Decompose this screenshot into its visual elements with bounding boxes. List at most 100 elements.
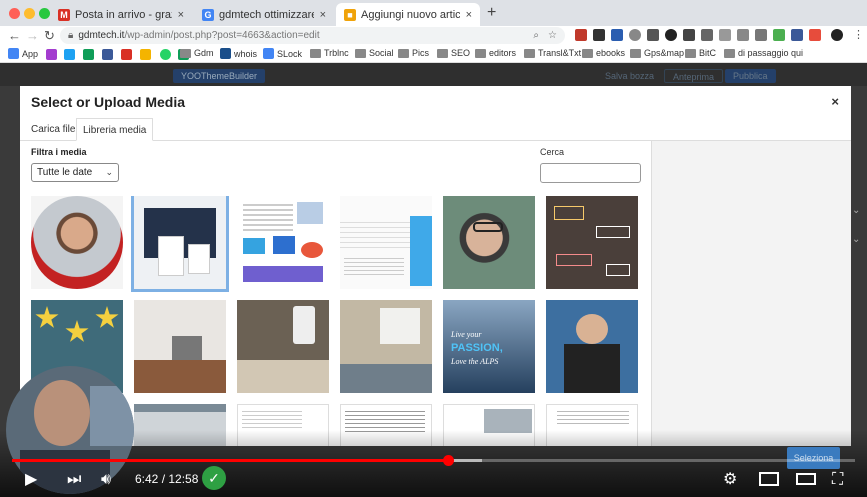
date-filter-select[interactable]: Tutte le date ⌄ [31,163,119,182]
gmail-icon: M [58,8,70,21]
yootheme-builder-button[interactable]: YOOThemeBuilder [173,69,266,83]
preview-button[interactable]: Anteprima [664,69,724,83]
bookmark-gdm[interactable]: Gdm [180,48,214,58]
extension-icon[interactable] [683,29,695,41]
media-thumbnail[interactable] [134,300,226,393]
next-icon[interactable]: ⏭︎ [67,470,81,490]
media-thumbnail[interactable] [443,196,535,289]
play-icon[interactable]: ▶ [25,470,37,490]
settings-gear-icon[interactable]: ⚙ [723,470,737,490]
media-thumbnail[interactable] [340,300,432,393]
search-input[interactable] [540,163,641,183]
new-tab-button[interactable]: + [487,4,496,22]
extension-icon[interactable] [575,29,587,41]
extension-icon[interactable] [647,29,659,41]
tab-media-library[interactable]: Libreria media [76,118,154,141]
progress-played [12,459,448,462]
bookmark-editors[interactable]: editors [475,48,516,58]
chevron-down-icon[interactable]: ⌄ [852,234,860,245]
bookmark-trblnc[interactable]: Trblnc [310,48,349,58]
back-icon[interactable]: ← [8,26,21,45]
menu-icon[interactable]: ⋮ [853,26,864,45]
bookmark-pics[interactable]: Pics [398,48,429,58]
theater-mode-icon[interactable] [796,473,816,485]
table-surface [237,360,329,393]
publish-button[interactable]: Pubblica [725,69,776,83]
extension-icon[interactable] [755,29,767,41]
attachment-details-sidebar [651,141,851,446]
fullscreen-icon[interactable]: ⛶ [832,470,843,490]
media-thumbnail[interactable] [546,196,638,289]
select-media-button[interactable]: Seleziona [787,447,840,469]
media-thumbnail[interactable] [31,196,123,289]
presenter-face [34,380,90,446]
bookmark-apps[interactable]: App [8,48,38,59]
extension-icon[interactable] [719,29,731,41]
minimize-window-icon[interactable] [24,8,35,19]
tab-upload-files[interactable]: Carica file [25,118,81,141]
bookmark-icon[interactable] [140,49,151,60]
extension-icon[interactable] [737,29,749,41]
scrubber-handle[interactable] [442,455,454,466]
media-thumbnail[interactable] [237,196,329,289]
reload-icon[interactable]: ↻ [44,26,55,45]
bookmark-ebooks[interactable]: ebooks [582,48,625,58]
chevron-down-icon[interactable]: ⌄ [852,205,860,216]
media-thumbnail[interactable] [546,300,638,393]
bookmark-gpsmap[interactable]: Gps&map [630,48,684,58]
tab-new-article[interactable]: ■ Aggiungi nuovo articolo ‹ Gd × [336,3,480,26]
folder-icon [582,48,593,58]
media-thumbnail[interactable]: Live your PASSION, Love the ALPS [443,300,535,393]
mockup-phone [188,244,210,274]
miniplayer-icon[interactable] [759,472,779,486]
current-time: 6:42 [135,472,159,486]
media-thumbnail[interactable] [237,300,329,393]
close-window-icon[interactable] [9,8,20,19]
tab-close-icon[interactable]: × [320,9,326,21]
forward-icon[interactable]: → [26,26,39,45]
extension-icon[interactable] [809,29,821,41]
bookmark-icon[interactable] [64,49,75,60]
extension-icon[interactable] [791,29,803,41]
tab-close-icon[interactable]: × [466,9,472,21]
bookmark-social[interactable]: Social [355,48,394,58]
bookmark-transl[interactable]: Transl&Txt [524,48,581,58]
tab-title: gdmtech ottimizzare scrivere ur [219,8,314,21]
star-icon[interactable]: ☆ [548,27,557,44]
bookmark-icon[interactable] [46,49,57,60]
zoom-window-icon[interactable] [39,8,50,19]
bookmark-label: Gdm [194,48,214,58]
bookmark-bitc[interactable]: BitC [685,48,716,58]
bookmark-icon[interactable] [121,49,132,60]
bookmark-whois[interactable]: whois [220,48,257,59]
volume-icon[interactable]: 🔊︎ [101,470,111,490]
media-thumbnail[interactable] [340,196,432,289]
bookmark-icon[interactable] [102,49,113,60]
save-draft-link[interactable]: Salva bozza [597,69,662,83]
modal-title: Select or Upload Media [31,94,186,110]
extension-icon[interactable] [611,29,623,41]
zoom-icon[interactable]: ⌕ [533,27,539,44]
tab-close-icon[interactable]: × [178,9,184,21]
address-bar[interactable]: 🔒︎ gdmtech.it/wp-admin/post.php?post=4663… [60,27,565,44]
tab-google-search[interactable]: G gdmtech ottimizzare scrivere ur × [194,3,334,26]
extension-icon[interactable] [773,29,785,41]
extension-icon[interactable] [665,29,677,41]
close-icon[interactable]: × [831,94,839,109]
extension-icon[interactable] [629,29,641,41]
infographic-box [243,266,323,282]
extension-icon[interactable] [701,29,713,41]
browser-toolbar: ← → ↻ 🔒︎ gdmtech.it/wp-admin/post.php?pos… [0,26,867,45]
laptop-shape [172,336,202,360]
tab-gmail[interactable]: M Posta in arrivo - graziano.demat × [50,3,192,26]
bookmark-icon[interactable] [160,49,171,60]
bookmark-slock[interactable]: SLock [263,48,302,59]
bookmark-label: BitC [699,48,717,58]
media-thumbnail-selected[interactable] [131,196,229,292]
bookmark-icon[interactable] [83,49,94,60]
bookmark-di-passaggio[interactable]: di passaggio qui [724,48,803,58]
extension-icon[interactable] [593,29,605,41]
profile-avatar[interactable] [831,29,843,41]
url-path: /wp-admin/post.php?post=4663&action=edit [124,30,320,41]
bookmark-seo[interactable]: SEO [437,48,470,58]
